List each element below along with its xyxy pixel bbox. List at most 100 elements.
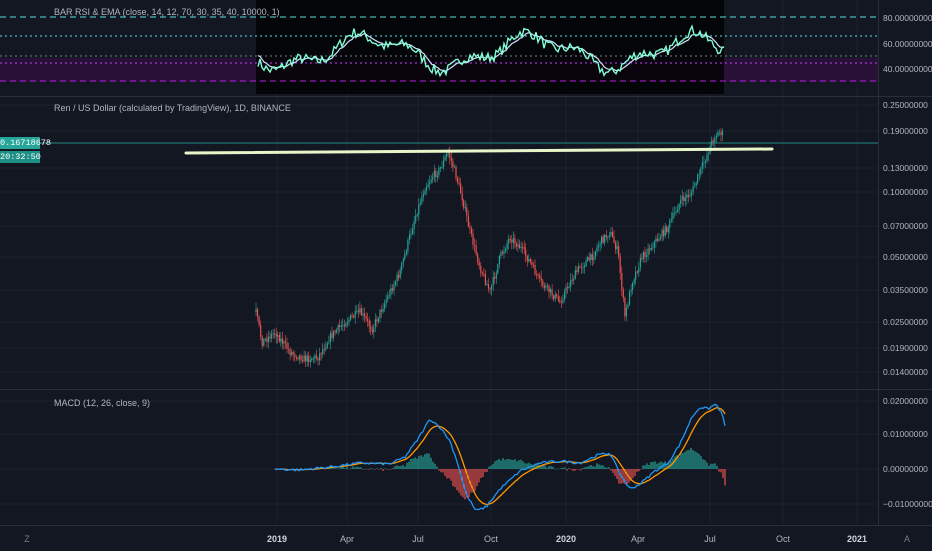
candle-body (292, 352, 294, 355)
macd-histogram-bar (638, 469, 640, 472)
candle-body (441, 167, 443, 168)
macd-axis[interactable]: 0.02000000 0.01000000 0.00000000 −0.0100… (878, 390, 932, 525)
candle-body (630, 289, 632, 292)
candle-body (633, 279, 635, 284)
candle-body (274, 333, 276, 335)
candle-body (427, 184, 429, 187)
candle-body (269, 336, 271, 339)
time-axis[interactable]: Z 2019 Apr Jul Oct 2020 Apr Jul Oct 2021… (0, 525, 932, 551)
candle-body (407, 240, 409, 252)
macd-histogram-bar (424, 454, 426, 469)
candle-body (644, 251, 646, 257)
macd-histogram-bar (390, 469, 392, 470)
macd-chart[interactable] (0, 390, 878, 524)
macd-histogram-bar (364, 469, 366, 470)
candle-body (684, 197, 686, 201)
candle-body (647, 248, 649, 255)
time-axis-label: Jul (704, 534, 716, 544)
macd-histogram-bar (646, 463, 648, 469)
candle-body (718, 132, 720, 134)
candle-body (689, 195, 691, 197)
price-axis-label: 0.13000000 (883, 163, 928, 173)
candle-body (622, 289, 624, 299)
candle-body (536, 274, 538, 276)
candle-body (328, 342, 330, 344)
macd-histogram-bar (352, 466, 354, 469)
candle-body (487, 284, 490, 289)
time-axis-label: 2020 (555, 534, 577, 544)
time-axis-label: 2019 (266, 534, 288, 544)
candle-body (267, 336, 269, 342)
candle-body (610, 232, 612, 236)
macd-histogram-bar (360, 467, 362, 469)
rsi-axis-label: 60.00000000 (883, 39, 932, 49)
auto-scale-button[interactable]: A (900, 532, 914, 546)
macd-histogram-bar (440, 469, 442, 473)
candle-body (506, 243, 508, 249)
macd-histogram-bar (578, 469, 580, 470)
candle-body (317, 358, 319, 361)
candle-body (387, 295, 389, 300)
candle-body (346, 322, 349, 324)
macd-histogram-bar (640, 469, 642, 470)
macd-histogram-bar (588, 466, 590, 469)
candle-body (325, 347, 327, 350)
candle-body (460, 183, 462, 193)
macd-histogram-bar (690, 447, 692, 469)
macd-histogram-bar (412, 458, 414, 469)
candle-body (663, 230, 665, 236)
candle-body (675, 211, 677, 213)
candle-body (721, 130, 724, 136)
macd-histogram-bar (420, 455, 422, 469)
price-pane[interactable]: Ren / US Dollar (calculated by TradingVi… (0, 97, 878, 389)
candle-body (687, 194, 689, 197)
macd-histogram-bar (544, 465, 546, 469)
price-legend[interactable]: Ren / US Dollar (calculated by TradingVi… (54, 103, 291, 113)
macd-histogram-bar (426, 453, 428, 469)
macd-histogram-bar (388, 469, 390, 470)
candle-body (356, 310, 358, 312)
macd-histogram-bar (580, 469, 582, 471)
candle-body (534, 265, 536, 275)
candle-body (661, 230, 663, 238)
zoom-toggle-button[interactable]: Z (20, 532, 34, 546)
candle-body (517, 244, 519, 247)
macd-histogram-bar (528, 462, 530, 469)
candle-body (678, 203, 680, 211)
macd-histogram-bar (572, 469, 574, 471)
candle-body (412, 228, 414, 234)
rsi-price-axis[interactable]: 80.00000000 60.00000000 40.00000000 (878, 0, 932, 96)
macd-histogram-bar (434, 463, 436, 469)
macd-pane[interactable]: MACD (12, 26, close, 9) (0, 390, 878, 524)
candle-body (486, 284, 488, 285)
candle-body (424, 190, 426, 195)
macd-histogram-bar (432, 461, 434, 469)
macd-legend[interactable]: MACD (12, 26, close, 9) (54, 398, 150, 408)
macd-histogram-bar (378, 469, 380, 470)
macd-histogram-bar (716, 465, 718, 469)
candle-body (489, 288, 491, 290)
rsi-legend[interactable]: BAR RSI & EMA (close, 14, 12, 70, 30, 35… (54, 7, 280, 17)
price-chart[interactable] (0, 97, 878, 389)
candle-body (484, 274, 486, 285)
candle-body (478, 261, 480, 266)
candle-body (295, 356, 297, 358)
candle-body (537, 274, 539, 276)
candle-body (542, 280, 544, 286)
macd-histogram-bar (474, 469, 476, 491)
candle-body (286, 342, 288, 350)
candle-body (415, 215, 417, 222)
candle-body (646, 255, 648, 257)
macd-histogram-bar (710, 463, 712, 469)
rsi-pane[interactable]: BAR RSI & EMA (close, 14, 12, 70, 30, 35… (0, 0, 878, 96)
candle-body (320, 353, 322, 355)
candle-body (429, 182, 431, 185)
time-axis-label: Apr (339, 534, 355, 544)
candle-body (263, 339, 265, 346)
candle-body (270, 333, 273, 339)
macd-histogram-bar (404, 466, 406, 469)
price-axis[interactable]: 0.25000000 0.19000000 0.13000000 0.10000… (878, 97, 932, 389)
rsi-axis-label: 40.00000000 (883, 64, 932, 74)
macd-axis-label: 0.00000000 (883, 464, 928, 474)
candle-body (336, 330, 338, 333)
